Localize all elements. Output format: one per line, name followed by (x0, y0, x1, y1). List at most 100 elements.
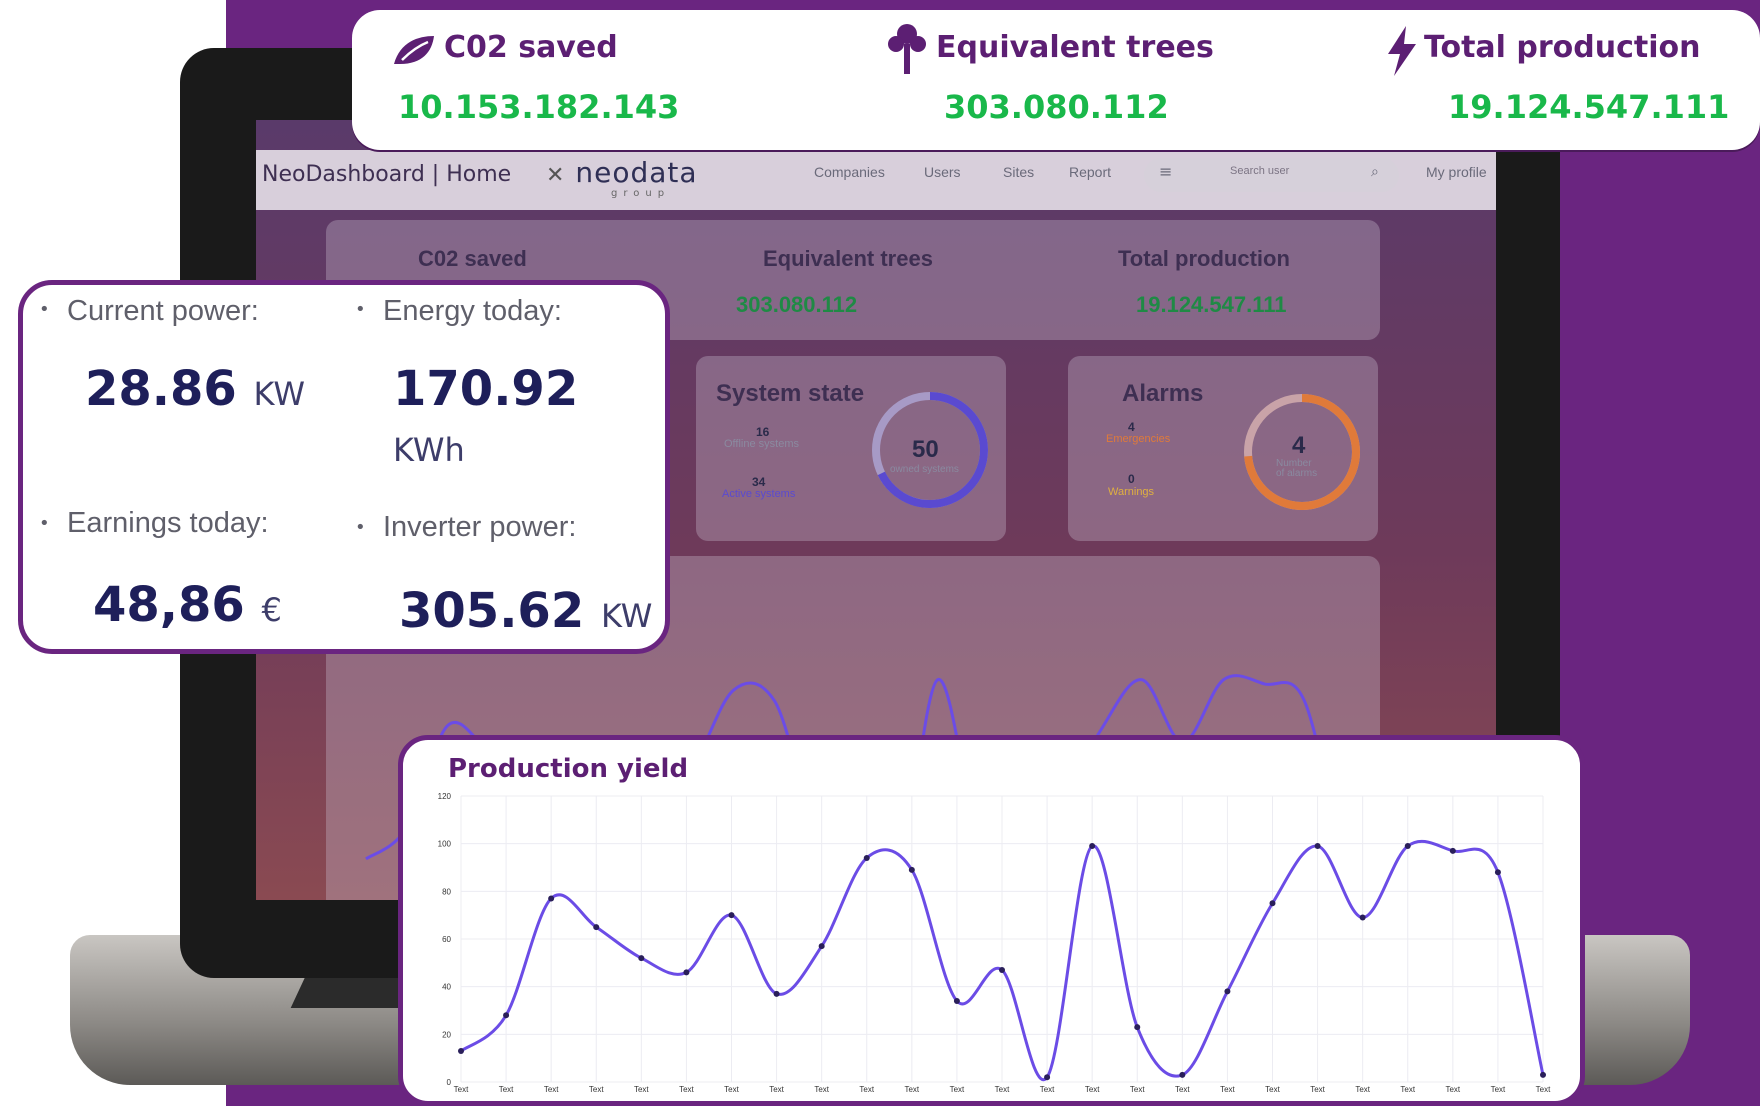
y-tick-label: 0 (447, 1078, 452, 1087)
y-tick-label: 20 (442, 1030, 451, 1039)
x-tick-label: Text (1491, 1085, 1506, 1094)
search-icon[interactable]: ⌕ (1371, 164, 1379, 180)
y-tick-label: 80 (442, 887, 451, 896)
my-profile-link[interactable]: My profile (1426, 164, 1487, 180)
data-point (1404, 843, 1411, 850)
production-yield-chart: 0 20 40 60 80 100 120 Text Text Text Text Text Text T… (438, 792, 1551, 1094)
x-tick-label: Text (1130, 1085, 1145, 1094)
x-tick-label: Text (679, 1085, 694, 1094)
bullet: • (355, 517, 366, 538)
production-yield-card: Production yield 0 20 40 60 80 100 120 Text Text… (398, 735, 1585, 1106)
alarms-total-label-2: of alarms (1276, 468, 1318, 479)
data-point (458, 1048, 464, 1055)
data-point (1224, 988, 1231, 995)
data-point (1089, 843, 1096, 850)
y-tick-label: 120 (438, 792, 452, 801)
production-label: Total production (1424, 30, 1701, 65)
x-tick-label: Text (1536, 1085, 1551, 1094)
data-point (1044, 1074, 1051, 1081)
current-power-unit: KW (253, 375, 306, 413)
x-tick-label: Text (499, 1085, 514, 1094)
current-power-label: Current power: (67, 295, 259, 327)
page-name: Home (446, 162, 512, 187)
x-tick-label: Text (634, 1085, 649, 1094)
data-point (1314, 843, 1321, 850)
menu-icon[interactable]: ≡ (1159, 162, 1172, 181)
data-point (1359, 914, 1366, 921)
x-tick-label: Text (904, 1085, 919, 1094)
power-overlay-card: • Current power: 28.86 KW • Energy today… (18, 280, 670, 654)
data-point (863, 854, 870, 861)
data-point (1494, 869, 1501, 876)
data-point (1134, 1024, 1141, 1031)
system-total-label: owned systems (890, 464, 959, 475)
x-tick-label: Text (814, 1085, 829, 1094)
y-tick-label: 60 (442, 935, 451, 944)
alarms-total: 4 (1292, 432, 1306, 459)
active-label: Active systems (722, 488, 796, 500)
data-point (953, 997, 960, 1004)
data-point (773, 990, 780, 997)
trees-value: 303.080.112 (944, 88, 1169, 126)
energy-today-unit: KWh (393, 431, 465, 469)
nav-report[interactable]: Report (1069, 164, 1111, 180)
data-point (1449, 847, 1456, 854)
data-point (818, 943, 825, 950)
data-point (1540, 1071, 1546, 1078)
stats-overlay-card: C02 saved 10.153.182.143 Equivalent tree… (352, 10, 1760, 150)
dashboard-trees-label: Equivalent trees (763, 246, 933, 271)
x-tick-label: Text (950, 1085, 965, 1094)
tree-icon (888, 24, 926, 74)
nav-companies[interactable]: Companies (814, 164, 885, 180)
offline-count: 16 (756, 425, 770, 439)
warnings-label: Warnings (1108, 486, 1155, 498)
production-value: 19.124.547.111 (1448, 88, 1730, 126)
y-tick-label: 40 (442, 983, 451, 992)
data-point (908, 866, 915, 873)
x-tick-label: Text (1355, 1085, 1370, 1094)
data-point (728, 912, 735, 919)
data-point (1179, 1071, 1186, 1078)
inverter-power-value: 305.62 KW (399, 583, 653, 639)
data-point (638, 955, 645, 962)
x-tick-label: Text (724, 1085, 739, 1094)
y-tick-label: 100 (438, 840, 452, 849)
warnings-count: 0 (1128, 472, 1135, 486)
x-tick-label: Text (1445, 1085, 1460, 1094)
data-point (593, 924, 600, 931)
x-tick-label: Text (1220, 1085, 1235, 1094)
energy-today-value: 170.92 KWh (393, 361, 579, 469)
active-count: 34 (752, 475, 766, 489)
x-tick-label: Text (769, 1085, 784, 1094)
trees-label: Equivalent trees (936, 30, 1214, 65)
data-point (683, 969, 690, 976)
earnings-today-value: 48,86 € (93, 577, 282, 633)
earnings-today-unit: € (261, 591, 282, 629)
bullet: • (39, 299, 50, 320)
earnings-today-label: Earnings today: (67, 507, 269, 539)
x-tick-label: Text (1085, 1085, 1100, 1094)
energy-today-label: Energy today: (383, 295, 562, 327)
logo-subtitle: group (611, 188, 671, 199)
dashboard-production-label: Total production (1118, 246, 1290, 271)
x-tick-label: Text (1310, 1085, 1325, 1094)
emergencies-count: 4 (1128, 420, 1135, 434)
x-tick-label: Text (1265, 1085, 1280, 1094)
x-tick-label: Text (1040, 1085, 1055, 1094)
x-tick-label: Text (589, 1085, 604, 1094)
data-point (1269, 900, 1276, 907)
nav-users[interactable]: Users (924, 164, 961, 180)
inverter-power-unit: KW (600, 597, 653, 635)
bullet: • (355, 299, 366, 320)
x-tick-label: Text (995, 1085, 1010, 1094)
dashboard-title: NeoDashboard | Home (262, 162, 512, 187)
system-total: 50 (912, 436, 939, 463)
dashboard-trees-value: 303.080.112 (736, 292, 858, 317)
neodata-logo[interactable]: ✕ neodata (546, 156, 698, 189)
leaf-icon (394, 36, 434, 64)
x-tick-label: Text (544, 1085, 559, 1094)
nav-sites[interactable]: Sites (1003, 164, 1034, 180)
system-state-title: System state (716, 380, 865, 407)
data-point (503, 1012, 510, 1019)
data-point (548, 895, 555, 902)
